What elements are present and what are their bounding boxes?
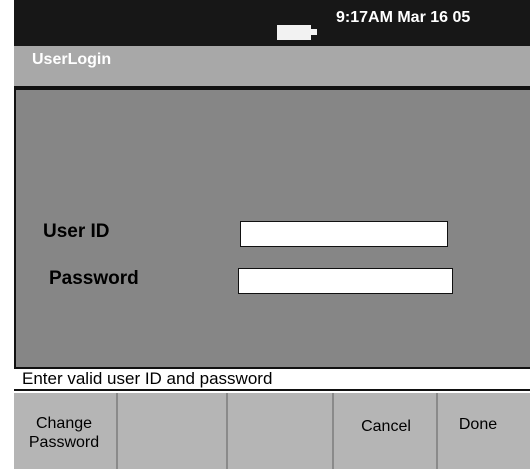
battery-tip <box>311 29 317 35</box>
window-title: UserLogin <box>32 51 112 68</box>
login-screen: 9:17AM Mar 16 05 UserLogin User ID Passw… <box>0 0 530 469</box>
password-label: Password <box>49 268 139 289</box>
softkey-3[interactable] <box>228 393 334 469</box>
done-label: Done <box>458 416 498 433</box>
title-bar: UserLogin <box>14 46 530 86</box>
user-id-label: User ID <box>43 221 110 242</box>
change-password-line1: Change <box>35 415 93 432</box>
clock: 9:17AM Mar 16 05 <box>336 9 471 26</box>
user-id-field[interactable] <box>240 221 448 247</box>
softkey-bar: Change Password Cancel Done <box>14 393 530 469</box>
login-panel: User ID Password <box>14 90 530 369</box>
battery-icon <box>277 25 311 40</box>
change-password-line2: Password <box>28 434 100 451</box>
panel-left-border <box>14 90 16 391</box>
status-message: Enter valid user ID and password <box>22 369 273 388</box>
change-password-label: Change Password <box>14 414 114 452</box>
softkey-2[interactable] <box>118 393 228 469</box>
password-field[interactable] <box>238 268 453 294</box>
change-password-button[interactable]: Change Password <box>14 393 118 469</box>
cancel-label: Cancel <box>361 418 411 435</box>
done-button[interactable]: Done <box>438 393 530 469</box>
message-bar: Enter valid user ID and password <box>14 369 530 391</box>
cancel-button[interactable]: Cancel <box>334 393 438 469</box>
status-bar: 9:17AM Mar 16 05 <box>14 0 530 46</box>
